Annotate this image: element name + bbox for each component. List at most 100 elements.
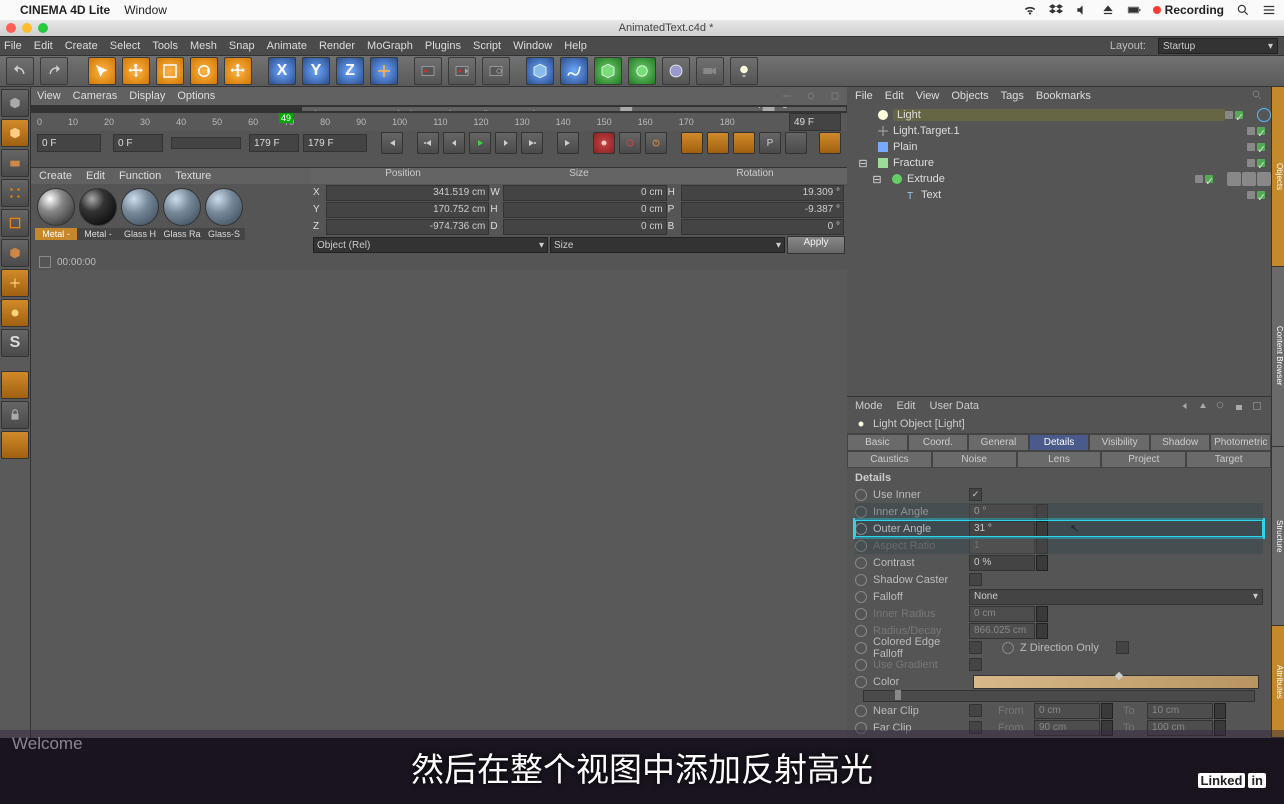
checkbox[interactable]	[1116, 641, 1129, 654]
menu-edit[interactable]: Edit	[34, 40, 53, 52]
om-node[interactable]: Plain✓	[847, 139, 1271, 155]
num-field[interactable]: 10 cm	[1147, 703, 1213, 719]
menu-script[interactable]: Script	[473, 40, 501, 52]
om-menu-view[interactable]: View	[916, 90, 940, 102]
viewport-solo[interactable]	[1, 371, 29, 399]
close-window-button[interactable]	[6, 23, 16, 33]
spinner[interactable]	[1101, 703, 1113, 719]
key-selection-button[interactable]	[819, 132, 841, 154]
spinner[interactable]	[1036, 538, 1048, 554]
num-field[interactable]: 0 °	[969, 504, 1035, 520]
tweak-mode[interactable]	[1, 299, 29, 327]
key-pla-button[interactable]	[785, 132, 807, 154]
om-node[interactable]: TText✓	[847, 187, 1271, 203]
om-search-icon[interactable]	[1251, 89, 1263, 101]
xray-button[interactable]	[1, 431, 29, 459]
coord-field[interactable]: 170.752 cm	[326, 202, 489, 218]
minimize-window-button[interactable]	[22, 23, 32, 33]
key-scale-button[interactable]	[707, 132, 729, 154]
coord-field[interactable]: 19.309 °	[681, 185, 844, 201]
spinner[interactable]	[1214, 703, 1226, 719]
eject-icon[interactable]	[1101, 3, 1115, 17]
rotate-tool[interactable]	[190, 57, 218, 85]
layout-selector[interactable]: Startup▾	[1158, 38, 1278, 54]
attr-tab-lens[interactable]: Lens	[1017, 451, 1102, 468]
anim-dot[interactable]	[855, 642, 867, 654]
anim-dot[interactable]	[855, 608, 867, 620]
snap-toggle[interactable]: S	[1, 329, 29, 357]
mac-menu-window[interactable]: Window	[124, 3, 167, 17]
key-options-button[interactable]: ?	[645, 132, 667, 154]
om-node[interactable]: Light.Target.1✓	[847, 123, 1271, 139]
gradient-slider[interactable]	[863, 690, 1255, 702]
start-frame-field[interactable]: 0 F	[37, 134, 101, 152]
anim-dot[interactable]	[855, 523, 867, 535]
attr-tab-coord[interactable]: Coord.	[908, 434, 969, 451]
anim-dot[interactable]	[855, 540, 867, 552]
attr-tab-caustics[interactable]: Caustics	[847, 451, 932, 468]
menu-window[interactable]: Window	[513, 40, 552, 52]
attr-tab-project[interactable]: Project	[1101, 451, 1186, 468]
expand-icon[interactable]: ⊟	[870, 172, 884, 186]
goto-start-button[interactable]	[381, 132, 403, 154]
menu-create[interactable]: Create	[65, 40, 98, 52]
render-pv-button[interactable]	[448, 57, 476, 85]
menu-icon[interactable]	[1262, 3, 1276, 17]
spinner[interactable]	[1036, 504, 1048, 520]
num-field[interactable]: 866.025 cm	[969, 623, 1035, 639]
texture-mode[interactable]	[1, 119, 29, 147]
target-tag-icon[interactable]	[1257, 108, 1271, 122]
anim-dot[interactable]	[1002, 642, 1014, 654]
points-mode[interactable]	[1, 179, 29, 207]
z-axis-lock[interactable]: Z	[336, 57, 364, 85]
viewport-front[interactable]: View Cameras Display Options Filter Fron…	[31, 110, 301, 112]
play-button[interactable]	[469, 132, 491, 154]
playhead[interactable]: 49	[279, 113, 293, 123]
checkbox[interactable]	[969, 573, 982, 586]
spinner[interactable]	[1036, 606, 1048, 622]
add-camera-button[interactable]	[696, 57, 724, 85]
undo-button[interactable]	[6, 57, 34, 85]
attr-tab-noise[interactable]: Noise	[932, 451, 1017, 468]
model-mode[interactable]	[1, 89, 29, 117]
dropbox-icon[interactable]	[1049, 3, 1063, 17]
menu-plugins[interactable]: Plugins	[425, 40, 461, 52]
timeline-scrollbar[interactable]	[171, 137, 241, 149]
app-name[interactable]: CINEMA 4D Lite	[20, 3, 110, 17]
tag-icon[interactable]	[1242, 172, 1256, 186]
anim-dot[interactable]	[855, 591, 867, 603]
edges-mode[interactable]	[1, 209, 29, 237]
num-field[interactable]: 1	[969, 538, 1035, 554]
attr-tab-shadow[interactable]: Shadow	[1150, 434, 1211, 451]
add-light-button[interactable]	[730, 57, 758, 85]
axis-mode[interactable]	[1, 269, 29, 297]
y-axis-lock[interactable]: Y	[302, 57, 330, 85]
add-primitive-button[interactable]	[526, 57, 554, 85]
num-field[interactable]: 0 cm	[969, 606, 1035, 622]
anim-dot[interactable]	[855, 705, 867, 717]
wifi-icon[interactable]	[1023, 3, 1037, 17]
om-visibility-dots[interactable]: ✓	[1225, 111, 1243, 119]
checkbox[interactable]	[969, 658, 982, 671]
anim-dot[interactable]	[855, 676, 867, 688]
menu-render[interactable]: Render	[319, 40, 355, 52]
select-tool[interactable]	[88, 57, 116, 85]
material-swatch[interactable]: Glass-S	[205, 188, 243, 240]
anim-dot[interactable]	[855, 489, 867, 501]
search-icon[interactable]	[1236, 3, 1250, 17]
vp-menu-filter[interactable]: Filter	[477, 110, 499, 113]
sidetab-attributes[interactable]: Attributes	[1272, 626, 1284, 738]
anim-dot[interactable]	[855, 574, 867, 586]
attr-tab-details[interactable]: Details	[1029, 434, 1090, 451]
vp-nav-icon[interactable]	[805, 90, 817, 102]
menu-animate[interactable]: Animate	[267, 40, 307, 52]
num-field[interactable]: 0 cm	[1034, 703, 1100, 719]
spinner[interactable]	[1036, 555, 1048, 571]
x-axis-lock[interactable]: X	[268, 57, 296, 85]
add-spline-button[interactable]	[560, 57, 588, 85]
om-visibility-dots[interactable]: ✓	[1247, 159, 1265, 167]
anim-dot[interactable]	[855, 557, 867, 569]
om-node[interactable]: Light✓	[847, 107, 1271, 123]
expand-icon[interactable]: ⊟	[856, 156, 870, 170]
om-menu-file[interactable]: File	[855, 90, 873, 102]
